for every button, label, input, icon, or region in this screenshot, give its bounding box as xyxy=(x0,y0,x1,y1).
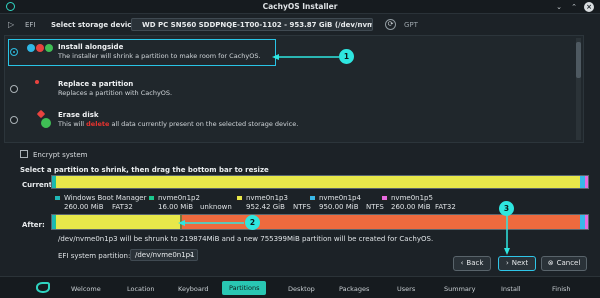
legend-swatch xyxy=(148,195,155,201)
step-navigation: Welcome Location Keyboard Partitions Des… xyxy=(0,276,600,298)
radio-install-alongside[interactable] xyxy=(10,48,18,56)
legend-swatch xyxy=(309,195,316,201)
efi-partition-label: EFI system partition: xyxy=(58,252,131,260)
partition-red-icon xyxy=(36,44,44,52)
close-icon[interactable]: × xyxy=(584,2,594,12)
efi-chip-icon: ▷ xyxy=(8,20,15,29)
callout-3-arrowhead xyxy=(504,248,510,255)
segment-nvme0n1p3[interactable] xyxy=(56,176,580,188)
refresh-icon[interactable]: ⟳ xyxy=(385,19,396,30)
window-title: CachyOS Installer xyxy=(262,2,338,11)
nav-step-summary: Summary xyxy=(444,285,476,293)
legend-swatch xyxy=(54,195,61,201)
install-options-panel: Install alongside The installer will shr… xyxy=(4,35,584,143)
nav-step-users: Users xyxy=(397,285,416,293)
partition-blue-icon xyxy=(27,44,35,52)
option-description: The installer will shrink a partition to… xyxy=(58,52,261,60)
option-title: Install alongside xyxy=(58,43,124,51)
next-button[interactable]: › Next xyxy=(498,256,536,271)
callout-badge-3: 3 xyxy=(499,201,514,216)
efi-label: EFI xyxy=(25,21,36,29)
storage-device-value: WD PC SN560 SDDPNQE-1T00-1102 - 953.87 G… xyxy=(142,21,373,29)
radio-erase-disk[interactable] xyxy=(10,116,18,124)
cachyos-logo-icon xyxy=(36,282,50,293)
erase-disk-green-icon xyxy=(41,118,51,128)
segment-shrunk-nvme0n1p3 xyxy=(56,215,180,229)
chevron-down-icon: ⌄ xyxy=(362,20,368,28)
partition-table-type: GPT xyxy=(404,21,418,29)
segment-new-cachyos xyxy=(182,215,580,229)
nav-step-desktop: Desktop xyxy=(288,285,315,293)
encrypt-label: Encrypt system xyxy=(33,151,88,159)
option-description: Replaces a partition with CachyOS. xyxy=(58,89,173,97)
options-scrollbar[interactable] xyxy=(576,38,581,140)
nav-step-install: Install xyxy=(501,285,521,293)
nav-step-finish: Finish xyxy=(552,285,571,293)
back-button[interactable]: ‹ Back xyxy=(453,256,491,271)
option-install-alongside[interactable]: Install alongside The installer will shr… xyxy=(5,38,585,68)
after-label: After: xyxy=(22,221,45,229)
storage-device-label: Select storage device: xyxy=(51,21,139,29)
legend-swatch xyxy=(236,195,243,201)
partition-green-icon xyxy=(45,44,53,52)
nav-step-location: Location xyxy=(127,285,155,293)
option-replace-partition[interactable]: Replace a partition Replaces a partition… xyxy=(5,75,585,105)
current-label: Current: xyxy=(22,181,55,189)
danger-word: delete xyxy=(86,120,110,128)
scrollbar-thumb[interactable] xyxy=(576,42,581,78)
chevron-right-icon: › xyxy=(505,259,509,267)
current-partition-bar[interactable] xyxy=(51,175,589,189)
chevron-down-icon: ⌄ xyxy=(188,250,194,258)
after-partition-bar[interactable] xyxy=(51,214,589,230)
erase-disk-red-icon xyxy=(36,109,46,119)
segment-nvme0n1p5[interactable] xyxy=(585,176,588,188)
nav-step-packages: Packages xyxy=(339,285,370,293)
cancel-icon: ⊗ xyxy=(547,259,554,267)
chevron-left-icon: ‹ xyxy=(460,259,464,267)
efi-partition-select[interactable]: /dev/nvme0n1p1 ⌄ xyxy=(130,249,198,261)
cancel-button[interactable]: ⊗ Cancel xyxy=(541,256,587,271)
replace-partition-icon xyxy=(35,80,39,84)
nav-step-welcome: Welcome xyxy=(71,285,101,293)
minimize-icon[interactable]: ⌄ xyxy=(554,2,564,12)
option-description: This will delete all data currently pres… xyxy=(58,120,299,128)
radio-replace-partition[interactable] xyxy=(10,85,18,93)
nav-step-keyboard: Keyboard xyxy=(178,285,209,293)
resize-hint: Select a partition to shrink, then drag … xyxy=(20,166,269,174)
legend-swatch xyxy=(381,195,388,201)
encrypt-checkbox[interactable] xyxy=(20,150,28,158)
option-title: Erase disk xyxy=(58,111,99,119)
callout-badge-1: 1 xyxy=(339,49,354,64)
nav-step-partitions: Partitions xyxy=(222,281,267,295)
installer-window: CachyOS Installer ⌄ ⌃ × ▷ EFI Select sto… xyxy=(0,0,600,298)
storage-selector-row: ▷ EFI Select storage device: WD PC SN560… xyxy=(0,17,600,33)
title-bar: CachyOS Installer ⌄ ⌃ × xyxy=(0,0,600,14)
maximize-icon[interactable]: ⌃ xyxy=(569,2,579,12)
segment-nvme0n1p5 xyxy=(585,215,588,229)
option-erase-disk[interactable]: Erase disk This will delete all data cur… xyxy=(5,106,585,136)
shrink-message: /dev/nvme0n1p3 will be shrunk to 219874M… xyxy=(58,235,434,243)
callout-badge-2: 2 xyxy=(245,215,260,230)
option-title: Replace a partition xyxy=(58,80,134,88)
efi-partition-value: /dev/nvme0n1p1 xyxy=(135,251,195,259)
storage-device-select[interactable]: WD PC SN560 SDDPNQE-1T00-1102 - 953.87 G… xyxy=(131,18,373,31)
